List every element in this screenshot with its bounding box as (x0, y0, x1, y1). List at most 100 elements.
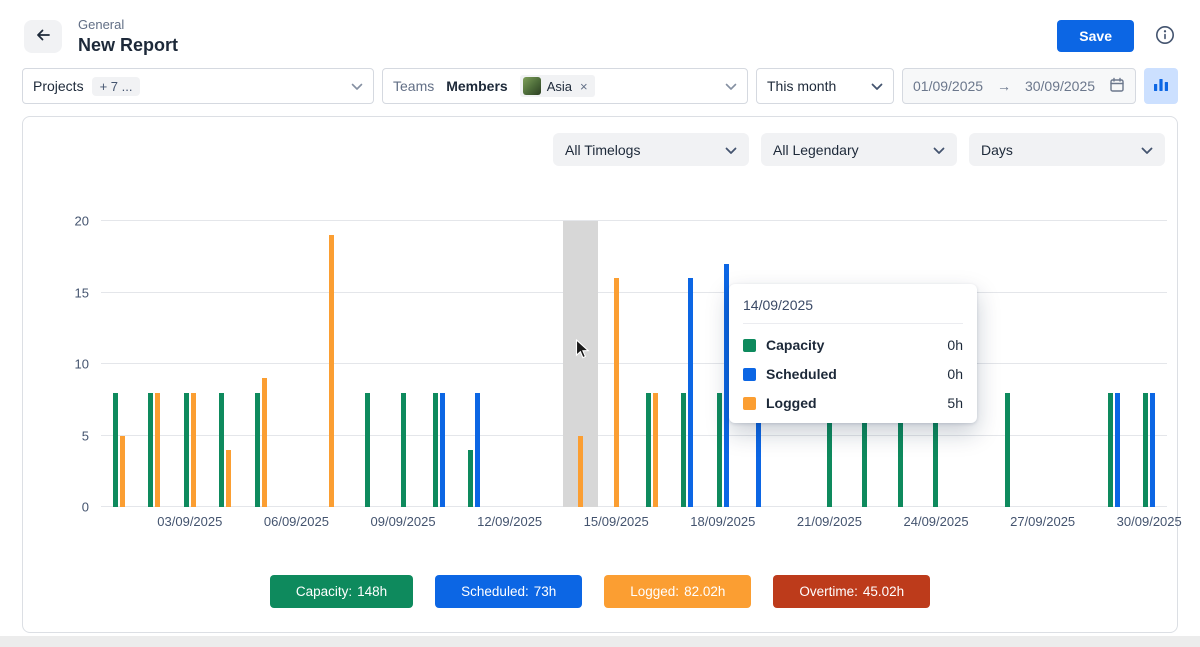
date-range-end[interactable]: 30/09/2025 (1025, 78, 1095, 94)
bar-capacity (646, 393, 651, 507)
bar-group-07/09/2025[interactable] (314, 221, 350, 507)
projects-count-badge: + 7 ... (92, 77, 141, 96)
page-header: General New Report Save (0, 0, 1200, 68)
bar-capacity (717, 393, 722, 507)
tooltip-row-scheduled: Scheduled 0h (743, 366, 963, 382)
bar-group-12/09/2025[interactable] (492, 221, 528, 507)
bar-capacity (433, 393, 438, 507)
members-option[interactable]: Members (446, 78, 507, 94)
bar-capacity (1005, 393, 1010, 507)
chart-view-button[interactable] (1144, 68, 1178, 104)
bar-group-11/09/2025[interactable] (456, 221, 492, 507)
tooltip-row-logged: Logged 5h (743, 395, 963, 411)
bar-logged (155, 393, 160, 507)
bar-capacity (468, 450, 473, 507)
chart-legend: Capacity: 148h Scheduled: 73h Logged: 82… (23, 575, 1177, 608)
x-tick-label: 21/09/2025 (797, 514, 862, 529)
bar-group-06/09/2025[interactable] (279, 221, 315, 507)
bar-group-17/09/2025[interactable] (670, 221, 706, 507)
tooltip-date: 14/09/2025 (743, 297, 963, 324)
breadcrumb: General (78, 17, 178, 32)
back-button[interactable] (24, 20, 62, 53)
chevron-down-icon (351, 78, 363, 94)
chevron-down-icon (725, 78, 737, 94)
bar-group-14/09/2025[interactable] (563, 221, 599, 507)
period-select-value: This month (767, 78, 836, 94)
teams-option[interactable]: Teams (393, 78, 434, 94)
date-range-picker[interactable]: 01/09/2025 → 30/09/2025 (902, 68, 1136, 104)
bar-chart-icon (1152, 76, 1170, 97)
bar-group-10/09/2025[interactable] (421, 221, 457, 507)
bar-scheduled (1115, 393, 1120, 507)
bar-logged (653, 393, 658, 507)
legend-overtime-button[interactable]: Overtime: 45.02h (773, 575, 930, 608)
bar-capacity (365, 393, 370, 507)
bar-scheduled (688, 278, 693, 507)
chevron-down-icon (871, 78, 883, 94)
bar-group-29/09/2025[interactable] (1096, 221, 1132, 507)
x-tick-label: 18/09/2025 (690, 514, 755, 529)
bar-group-15/09/2025[interactable] (598, 221, 634, 507)
bar-group-01/09/2025[interactable] (101, 221, 137, 507)
legend-capacity-button[interactable]: Capacity: 148h (270, 575, 413, 608)
granularity-value: Days (981, 142, 1013, 158)
bar-scheduled (1150, 393, 1155, 507)
legend-label: Capacity: (296, 584, 352, 599)
save-button[interactable]: Save (1057, 20, 1134, 52)
date-range-start[interactable]: 01/09/2025 (913, 78, 983, 94)
legend-value: 148h (357, 584, 387, 599)
bar-group-05/09/2025[interactable] (243, 221, 279, 507)
horizontal-scrollbar-track[interactable] (0, 636, 1200, 647)
period-select[interactable]: This month (756, 68, 894, 104)
granularity-select[interactable]: Days (969, 133, 1165, 166)
bar-scheduled (475, 393, 480, 507)
legend-filter-select[interactable]: All Legendary (761, 133, 957, 166)
tooltip-value: 0h (947, 366, 963, 382)
bar-group-09/09/2025[interactable] (385, 221, 421, 507)
bar-logged (614, 278, 619, 507)
members-filter-select[interactable]: Teams Members Asia × (382, 68, 748, 104)
bar-group-16/09/2025[interactable] (634, 221, 670, 507)
bar-logged (329, 235, 334, 507)
bar-capacity (219, 393, 224, 507)
chart-controls: All Timelogs All Legendary Days (553, 133, 1165, 166)
legend-logged-button[interactable]: Logged: 82.02h (604, 575, 751, 608)
bar-group-30/09/2025[interactable] (1131, 221, 1167, 507)
arrow-left-icon (34, 26, 52, 47)
bar-group-03/09/2025[interactable] (172, 221, 208, 507)
tooltip-value: 5h (947, 395, 963, 411)
bar-capacity (401, 393, 406, 507)
bar-group-04/09/2025[interactable] (208, 221, 244, 507)
bar-group-26/09/2025[interactable] (989, 221, 1025, 507)
legend-value: 73h (534, 584, 557, 599)
report-chart-card: All Timelogs All Legendary Days 05101520… (22, 116, 1178, 633)
page-title: New Report (78, 35, 178, 56)
bar-capacity (148, 393, 153, 507)
tooltip-row-capacity: Capacity 0h (743, 337, 963, 353)
info-icon (1154, 24, 1176, 49)
x-tick-label: 03/09/2025 (157, 514, 222, 529)
bar-group-13/09/2025[interactable] (527, 221, 563, 507)
bar-group-28/09/2025[interactable] (1060, 221, 1096, 507)
legend-scheduled-button[interactable]: Scheduled: 73h (435, 575, 582, 608)
info-button[interactable] (1154, 24, 1176, 49)
bar-group-02/09/2025[interactable] (137, 221, 173, 507)
bar-logged (120, 436, 125, 508)
chart-tooltip: 14/09/2025 Capacity 0h Scheduled 0h Logg… (729, 284, 977, 423)
y-tick-label: 0 (82, 500, 89, 515)
legend-filter-value: All Legendary (773, 142, 859, 158)
legend-value: 82.02h (684, 584, 725, 599)
projects-filter-select[interactable]: Projects + 7 ... (22, 68, 374, 104)
timelogs-filter-select[interactable]: All Timelogs (553, 133, 749, 166)
y-tick-label: 10 (75, 357, 89, 372)
bar-logged (191, 393, 196, 507)
tooltip-label: Logged (766, 395, 817, 411)
bar-group-27/09/2025[interactable] (1025, 221, 1061, 507)
legend-value: 45.02h (863, 584, 904, 599)
member-tag-asia[interactable]: Asia × (520, 75, 595, 97)
x-tick-label: 09/09/2025 (370, 514, 435, 529)
bar-group-08/09/2025[interactable] (350, 221, 386, 507)
timelogs-filter-value: All Timelogs (565, 142, 640, 158)
y-tick-label: 15 (75, 285, 89, 300)
remove-member-icon[interactable]: × (580, 79, 588, 94)
